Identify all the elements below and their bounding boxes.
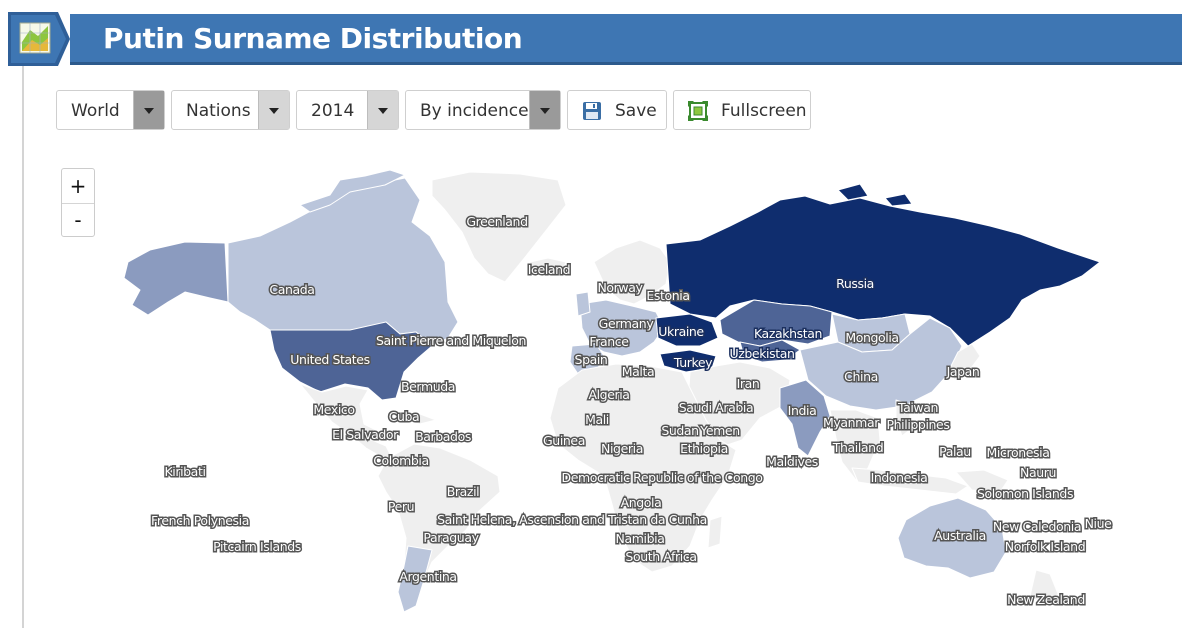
label-spain: Spain [575, 352, 608, 367]
label-estonia: Estonia [646, 288, 689, 303]
label-peru: Peru [388, 499, 414, 514]
label-new-caledonia: New Caledonia [993, 519, 1081, 534]
label-algeria: Algeria [588, 387, 629, 402]
label-nauru: Nauru [1020, 465, 1056, 480]
label-greenland: Greenland [466, 214, 527, 229]
label-philippines: Philippines [887, 417, 950, 432]
label-mongolia: Mongolia [845, 330, 898, 345]
label-china: China [844, 369, 878, 384]
label-angola: Angola [621, 495, 662, 510]
label-argentina: Argentina [399, 569, 456, 584]
label-kazakhstan: Kazakhstan [754, 326, 822, 341]
label-el-salvador: El Salvador [332, 427, 399, 442]
label-yemen: Yemen [699, 423, 739, 438]
label-canada: Canada [269, 282, 314, 297]
label-iceland: Iceland [528, 262, 570, 277]
zoom-in-button[interactable]: + [62, 169, 94, 204]
label-new-zealand: New Zealand [1007, 592, 1085, 607]
country-canada[interactable] [227, 177, 459, 347]
label-niue: Niue [1085, 516, 1113, 531]
label-micronesia: Micronesia [987, 445, 1050, 460]
label-ukraine: Ukraine [658, 324, 704, 339]
label-japan: Japan [946, 364, 980, 379]
label-french-polynesia: French Polynesia [151, 513, 249, 528]
label-pitcairn-islands: Pitcairn Islands [213, 539, 301, 554]
label-mali: Mali [585, 412, 609, 427]
label-nigeria: Nigeria [601, 441, 643, 456]
world-map[interactable]: Greenland Iceland Canada Norway Estonia … [0, 0, 1200, 628]
label-thailand: Thailand [832, 440, 883, 455]
label-uzbekistan: Uzbekistan [729, 346, 794, 361]
label-russia: Russia [836, 276, 874, 291]
label-barbados: Barbados [415, 429, 471, 444]
label-guinea: Guinea [543, 433, 585, 448]
label-malta: Malta [622, 364, 654, 379]
label-south-africa: South Africa [625, 549, 696, 564]
label-bermuda: Bermuda [401, 379, 455, 394]
label-colombia: Colombia [373, 453, 429, 468]
label-australia: Australia [934, 528, 986, 543]
country-uk[interactable] [575, 291, 591, 317]
label-palau: Palau [939, 444, 971, 459]
label-drc: Democratic Republic of the Congo [561, 470, 762, 485]
label-brazil: Brazil [447, 484, 479, 499]
label-taiwan: Taiwan [897, 400, 938, 415]
label-myanmar: Myanmar [823, 415, 880, 430]
label-germany: Germany [599, 316, 655, 331]
label-saint-helena: Saint Helena, Ascension and Tristan da C… [437, 512, 707, 527]
country-south-america[interactable] [377, 443, 501, 613]
label-paraguay: Paraguay [423, 530, 479, 545]
label-mexico: Mexico [313, 402, 354, 417]
label-united-states: United States [290, 352, 369, 367]
label-sudan: Sudan [661, 423, 698, 438]
label-saint-pierre-and-miquelon: Saint Pierre and Miquelon [376, 333, 526, 348]
label-saudi-arabia: Saudi Arabia [679, 400, 754, 415]
country-madagascar[interactable] [707, 515, 723, 549]
zoom-out-button[interactable]: - [62, 203, 94, 237]
label-ethiopia: Ethiopia [680, 441, 728, 456]
label-turkey: Turkey [673, 355, 713, 370]
label-iran: Iran [737, 376, 760, 391]
label-france: France [589, 334, 629, 349]
zoom-control: + - [61, 168, 95, 237]
label-kiribati: Kiribati [164, 464, 205, 479]
label-indonesia: Indonesia [871, 470, 928, 485]
label-india: India [788, 403, 817, 418]
label-maldives: Maldives [766, 454, 818, 469]
label-norfolk-island: Norfolk Island [1005, 539, 1085, 554]
label-norway: Norway [597, 280, 643, 295]
country-alaska[interactable] [123, 241, 229, 316]
label-namibia: Namibia [616, 531, 665, 546]
label-solomon-islands: Solomon Islands [977, 486, 1073, 501]
label-cuba: Cuba [389, 409, 420, 424]
